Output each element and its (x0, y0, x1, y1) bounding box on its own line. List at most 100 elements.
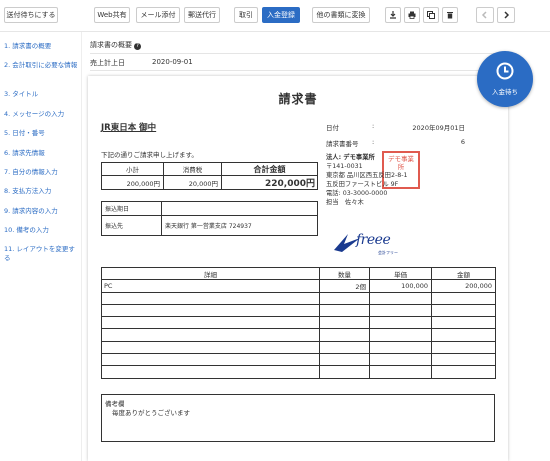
item-quantity: 2個 (319, 279, 370, 293)
sidebar-item-accounting-info[interactable]: 2. 会計取引に必要な情報 (4, 61, 80, 70)
item-unit-price (369, 291, 432, 305)
table-row (101, 328, 496, 342)
overview-heading: 請求書の概要? (90, 40, 141, 50)
sidebar-item-billing-to[interactable]: 6. 請求先情報 (4, 149, 80, 158)
item-amount (431, 328, 496, 342)
table-row (101, 353, 496, 367)
download-icon[interactable] (385, 7, 401, 23)
invoice-number-colon: : (372, 138, 375, 146)
divider (90, 70, 510, 71)
totals-table: 小計 消費税 合計金額 200,000円 20,000円 220,000円 (101, 162, 318, 190)
item-detail (101, 365, 320, 379)
trash-icon[interactable] (442, 7, 458, 23)
column-header-quantity: 数量 (319, 266, 370, 281)
bank-label: 振込先 (101, 215, 162, 236)
table-row (101, 365, 496, 379)
item-amount (431, 340, 496, 355)
item-detail: PC (101, 279, 320, 293)
intro-message: 下記の通りご請求申し上げます。 (101, 151, 198, 159)
sidebar-item-overview[interactable]: 1. 請求書の概要 (4, 42, 80, 51)
item-unit-price (369, 316, 432, 330)
tax-value: 20,000円 (163, 175, 222, 190)
item-detail (101, 328, 320, 342)
item-detail (101, 353, 320, 367)
invoice-title: 請求書 (278, 92, 318, 106)
issuer-postal: 〒141-0031 (326, 163, 363, 170)
web-share-button[interactable]: Web共有 (94, 7, 130, 23)
item-unit-price (369, 353, 432, 367)
item-detail (101, 316, 320, 330)
line-items-table: 詳細 数量 単価 金額 PC 2個 100,000 200,000 (101, 266, 496, 379)
sidebar-nav: 1. 請求書の概要 2. 会計取引に必要な情報 3. タイトル 4. メッセージ… (0, 32, 82, 461)
item-quantity (319, 353, 370, 367)
sidebar-item-message[interactable]: 4. メッセージの入力 (4, 110, 80, 119)
sidebar-item-remarks[interactable]: 10. 備考の入力 (4, 226, 80, 235)
chevron-left-icon[interactable] (476, 7, 494, 23)
invoice-number-value: 6 (460, 138, 465, 146)
convert-button[interactable]: 他の書類に変換 (312, 7, 370, 23)
print-icon[interactable] (404, 7, 420, 23)
item-quantity (319, 328, 370, 342)
total-value: 220,000円 (221, 175, 318, 190)
toolbar: 送付待ちにする Web共有 メール添付 郵送代行 取引 入金登録 他の書類に変換 (0, 0, 550, 32)
clock-icon (496, 62, 514, 80)
issuer-person: 担当 佐々木 (326, 199, 364, 206)
item-amount: 200,000 (431, 279, 496, 293)
seal-text: デモ事業所 (388, 155, 414, 171)
mail-attach-button[interactable]: メール添付 (136, 7, 180, 23)
payment-pending-status-button[interactable]: 入金待ち (477, 51, 533, 107)
sidebar-item-title[interactable]: 3. タイトル (4, 90, 80, 99)
item-amount (431, 303, 496, 318)
mail-agency-button[interactable]: 郵送代行 (184, 7, 220, 23)
item-unit-price (369, 340, 432, 355)
sidebar-item-payment-method[interactable]: 8. 支払方法入力 (4, 187, 80, 196)
issuer-address1: 東京都 品川区西五反田2-8-1 (326, 172, 408, 179)
item-unit-price (369, 303, 432, 318)
issuer-name: 法人: デモ事業所 (326, 154, 375, 161)
table-row (101, 316, 496, 330)
item-unit-price (369, 328, 432, 342)
item-unit-price: 100,000 (369, 279, 432, 293)
logo-text: freee (356, 232, 391, 248)
sidebar-item-date-number[interactable]: 5. 日付・番号 (4, 129, 80, 138)
payment-table: 振込期日 振込先 楽天銀行 第一営業支店 724937 (101, 201, 318, 236)
item-amount (431, 353, 496, 367)
item-amount (431, 316, 496, 330)
overview-heading-label: 請求書の概要 (90, 41, 132, 49)
tax-label: 消費税 (163, 162, 222, 176)
recipient-name: JR東日本 御中 (101, 123, 157, 133)
column-header-unit-price: 単価 (369, 266, 432, 281)
item-quantity (319, 316, 370, 330)
item-unit-price (369, 365, 432, 379)
copy-icon[interactable] (423, 7, 439, 23)
logo-subtext: 会計フリー (378, 250, 398, 255)
chevron-right-icon[interactable] (497, 7, 515, 23)
invoice-preview: 請求書 JR東日本 御中 下記の通りご請求申し上げます。 小計 消費税 合計金額… (88, 76, 508, 461)
sidebar-item-my-info[interactable]: 7. 自分の情報入力 (4, 168, 80, 177)
help-icon[interactable]: ? (134, 43, 141, 50)
table-row (101, 291, 496, 305)
bank-value: 楽天銀行 第一営業支店 724937 (161, 215, 318, 236)
issuer-phone: 電話: 03-3000-0000 (326, 190, 388, 197)
invoice-number-label: 請求書番号 (326, 140, 359, 148)
item-amount (431, 291, 496, 305)
subtotal-label: 小計 (101, 162, 164, 176)
sidebar-item-invoice-content[interactable]: 9. 請求内容の入力 (4, 207, 80, 216)
remarks-box: 備考欄 毎度ありがとうございます (101, 394, 495, 442)
due-date-value (161, 201, 318, 216)
item-detail (101, 291, 320, 305)
column-header-amount: 金額 (431, 266, 496, 281)
sales-date-label: 売上計上日 (90, 59, 125, 67)
sidebar-item-layout[interactable]: 11. レイアウトを変更する (4, 245, 80, 262)
item-amount (431, 365, 496, 379)
column-header-detail: 詳細 (101, 266, 320, 281)
item-quantity (319, 340, 370, 355)
divider (90, 53, 510, 54)
cancel-button[interactable]: 取引 (234, 7, 258, 23)
table-row: PC 2個 100,000 200,000 (101, 279, 496, 293)
payment-register-button[interactable]: 入金登録 (262, 7, 300, 23)
send-wait-button[interactable]: 送付待ちにする (4, 7, 58, 23)
table-row (101, 340, 496, 355)
company-logo: freee 会計フリー (332, 226, 422, 262)
payment-pending-label: 入金待ち (492, 88, 518, 96)
